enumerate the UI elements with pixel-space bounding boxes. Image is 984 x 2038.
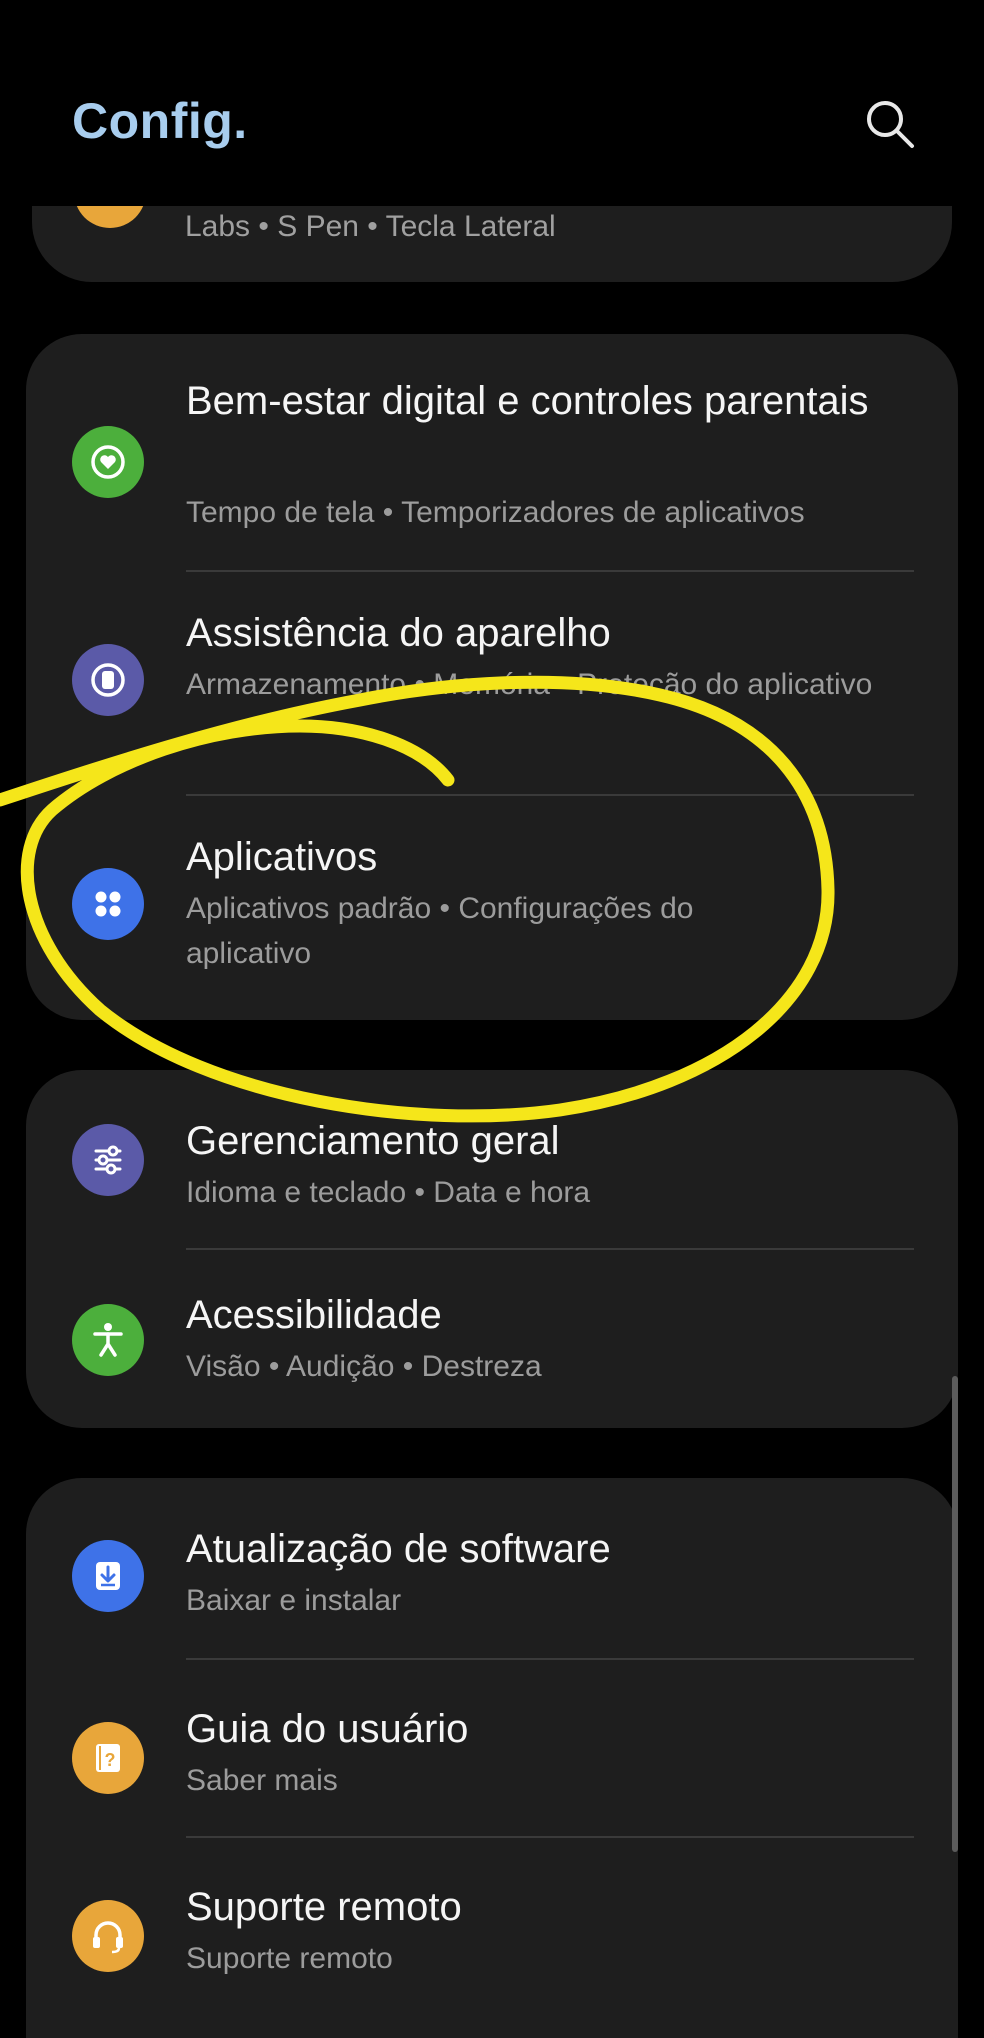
app-header: Config. — [0, 0, 984, 200]
list-item-device-care[interactable]: Assistência do aparelho Armazenamento • … — [26, 572, 958, 796]
digital-wellbeing-icon — [72, 426, 144, 498]
user-manual-icon: ? — [72, 1722, 144, 1794]
advanced-features-icon — [74, 206, 146, 228]
list-item-title: Bem-estar digital e controles parentais — [186, 379, 869, 423]
apps-icon — [72, 868, 144, 940]
advanced-features-item[interactable]: Labs • S Pen • Tecla Lateral — [32, 206, 952, 282]
svg-text:?: ? — [105, 1750, 116, 1770]
list-item-title: Guia do usuário — [186, 1707, 469, 1751]
list-item-title: Suporte remoto — [186, 1885, 462, 1929]
device-care-icon — [72, 644, 144, 716]
list-item-general-management[interactable]: Gerenciamento geral Idioma e teclado • D… — [26, 1070, 958, 1250]
list-item-title: Aplicativos — [186, 835, 378, 879]
list-item-subtitle: Idioma e teclado • Data e hora — [186, 1176, 591, 1209]
list-item-subtitle: Armazenamento • Memória • Proteção do ap… — [186, 668, 873, 701]
search-icon — [867, 101, 914, 148]
list-item-subtitle: Suporte remoto — [186, 1942, 393, 1975]
list-item-subtitle: Visão • Audição • Destreza — [186, 1350, 542, 1383]
settings-group-general: Gerenciamento geral Idioma e teclado • D… — [26, 1070, 958, 1428]
scrollbar[interactable] — [952, 1376, 958, 1852]
general-management-icon — [72, 1124, 144, 1196]
accessibility-icon — [72, 1304, 144, 1376]
list-item-software-update[interactable]: Atualização de software Baixar e instala… — [26, 1478, 958, 1658]
list-item-title: Gerenciamento geral — [186, 1119, 560, 1163]
list-item-remote-support[interactable]: Suporte remoto Suporte remoto — [26, 1838, 958, 2038]
settings-group-support: Atualização de software Baixar e instala… — [26, 1478, 958, 2038]
list-item-subtitle: Saber mais — [186, 1764, 338, 1797]
list-item-title: Assistência do aparelho — [186, 611, 611, 655]
list-item-user-manual[interactable]: ? Guia do usuário Saber mais — [26, 1660, 958, 1838]
list-item-accessibility[interactable]: Acessibilidade Visão • Audição • Destrez… — [26, 1250, 958, 1428]
remote-support-icon — [72, 1900, 144, 1972]
list-item-title: Acessibilidade — [186, 1293, 442, 1337]
search-button[interactable] — [862, 96, 918, 152]
page-title: Config. — [72, 93, 248, 149]
software-update-icon — [72, 1540, 144, 1612]
list-item-digital-wellbeing[interactable]: Bem-estar digital e controles parentais … — [26, 334, 958, 572]
list-item-subtitle: Baixar e instalar — [186, 1584, 402, 1617]
list-item-subtitle: Tempo de tela • Temporizadores de aplica… — [186, 496, 805, 529]
list-item-apps[interactable]: Aplicativos Aplicativos padrão • Configu… — [26, 796, 958, 1020]
advanced-features-subtitle: Labs • S Pen • Tecla Lateral — [185, 210, 556, 243]
list-item-title: Atualização de software — [186, 1527, 611, 1571]
settings-group-wellbeing: Bem-estar digital e controles parentais … — [26, 334, 958, 1020]
list-item-subtitle: Aplicativos padrão • Configurações do ap… — [186, 892, 694, 970]
